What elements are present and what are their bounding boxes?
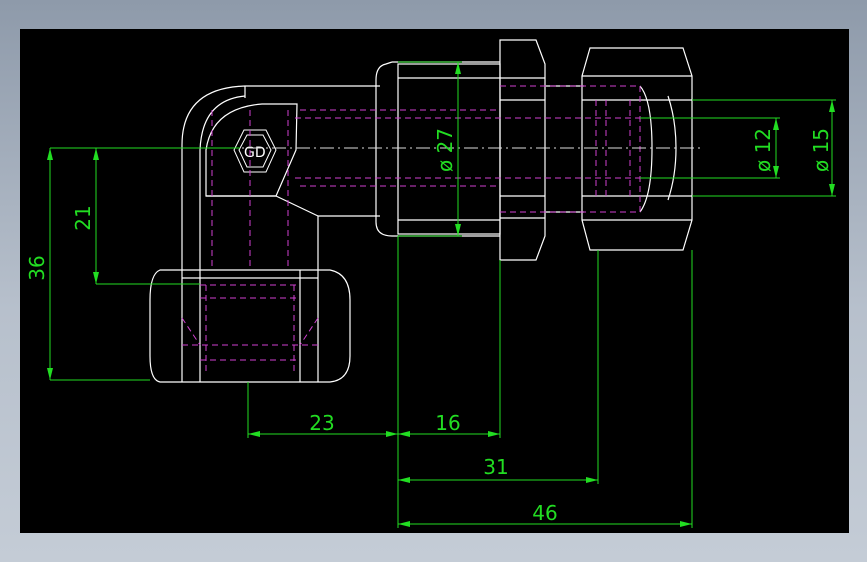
- dim-dia-27: ø 27: [433, 128, 457, 172]
- hidden-lines: [181, 85, 641, 372]
- elbow-inner-corner: [317, 215, 380, 270]
- union-nut-bottom: [149, 269, 351, 383]
- cad-viewport[interactable]: GD 36 21 ø 27 ø 12 ø 15 23 16 31 46: [20, 29, 849, 533]
- technical-drawing: GD 36 21 ø 27 ø 12 ø 15 23 16 31 46: [25, 39, 836, 528]
- dim-len-46: 46: [532, 501, 557, 525]
- elbow-outer-curve-inner: [199, 95, 246, 270]
- hex-nut-middle: [499, 39, 546, 261]
- elbow-body-diag: [275, 195, 319, 217]
- part-outline: [149, 39, 693, 383]
- dim-dia-12: ø 12: [751, 128, 775, 172]
- dim-height-36: 36: [25, 255, 49, 280]
- dim-len-16: 16: [435, 411, 460, 435]
- dim-dia-15: ø 15: [809, 128, 833, 172]
- dim-len-23: 23: [309, 411, 334, 435]
- svg-text:GD: GD: [244, 145, 266, 161]
- dim-len-31: 31: [483, 455, 508, 479]
- dimension-texts: 36 21 ø 27 ø 12 ø 15 23 16 31 46: [25, 128, 833, 525]
- dim-height-21: 21: [71, 205, 95, 230]
- manufacturer-logo-icon: GD: [233, 129, 277, 173]
- union-nut-right-arc: [639, 85, 653, 213]
